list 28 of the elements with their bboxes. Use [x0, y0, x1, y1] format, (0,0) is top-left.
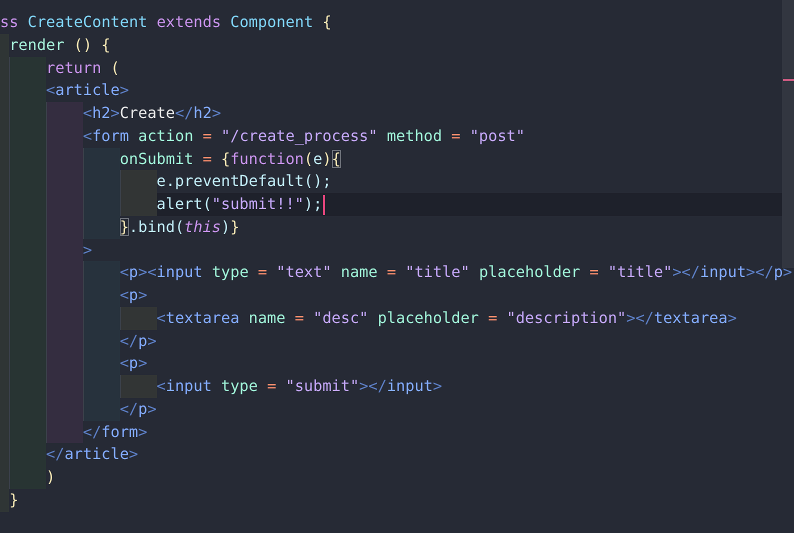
code-line: </p> [120, 400, 157, 418]
scroll-marker [783, 79, 794, 81]
code-line: alert("submit!!"); [156, 195, 322, 213]
code-line: <textarea name = "desc" placeholder = "description"></textarea> [156, 308, 737, 327]
code-line: <form action = "/create_process" method = "post" [82, 126, 525, 145]
indent-guide [120, 193, 157, 216]
code-line: } [9, 490, 18, 509]
code-line: return ( [46, 58, 120, 76]
code-line: onSubmit = {function(e){ [120, 150, 341, 168]
code-line: > [82, 240, 92, 258]
code-line: render () { [9, 36, 111, 54]
scrollbar[interactable] [782, 0, 794, 268]
code-line: <p><input type = "text" name = "title" placeholder = "title"></input></p> [120, 263, 792, 282]
code-line: <p> [120, 354, 148, 372]
code-line: ) [46, 468, 56, 486]
code-line: <input type = "submit"></input> [156, 377, 442, 395]
code-line: <p> [120, 286, 148, 304]
indent-guide [120, 170, 157, 193]
text-cursor [323, 194, 326, 215]
code-line: </p> [120, 332, 157, 350]
code-line: </article> [46, 445, 138, 464]
code-line: e.preventDefault(); [156, 172, 332, 190]
code-line: }.bind(this)} [120, 218, 240, 236]
code-line: <h2>Create</h2> [82, 104, 222, 122]
code-line: <article> [46, 81, 129, 100]
code-line: </form> [82, 422, 148, 440]
indent-guide [82, 216, 120, 238]
code-line: ss CreateContent extends Component { [0, 13, 332, 31]
